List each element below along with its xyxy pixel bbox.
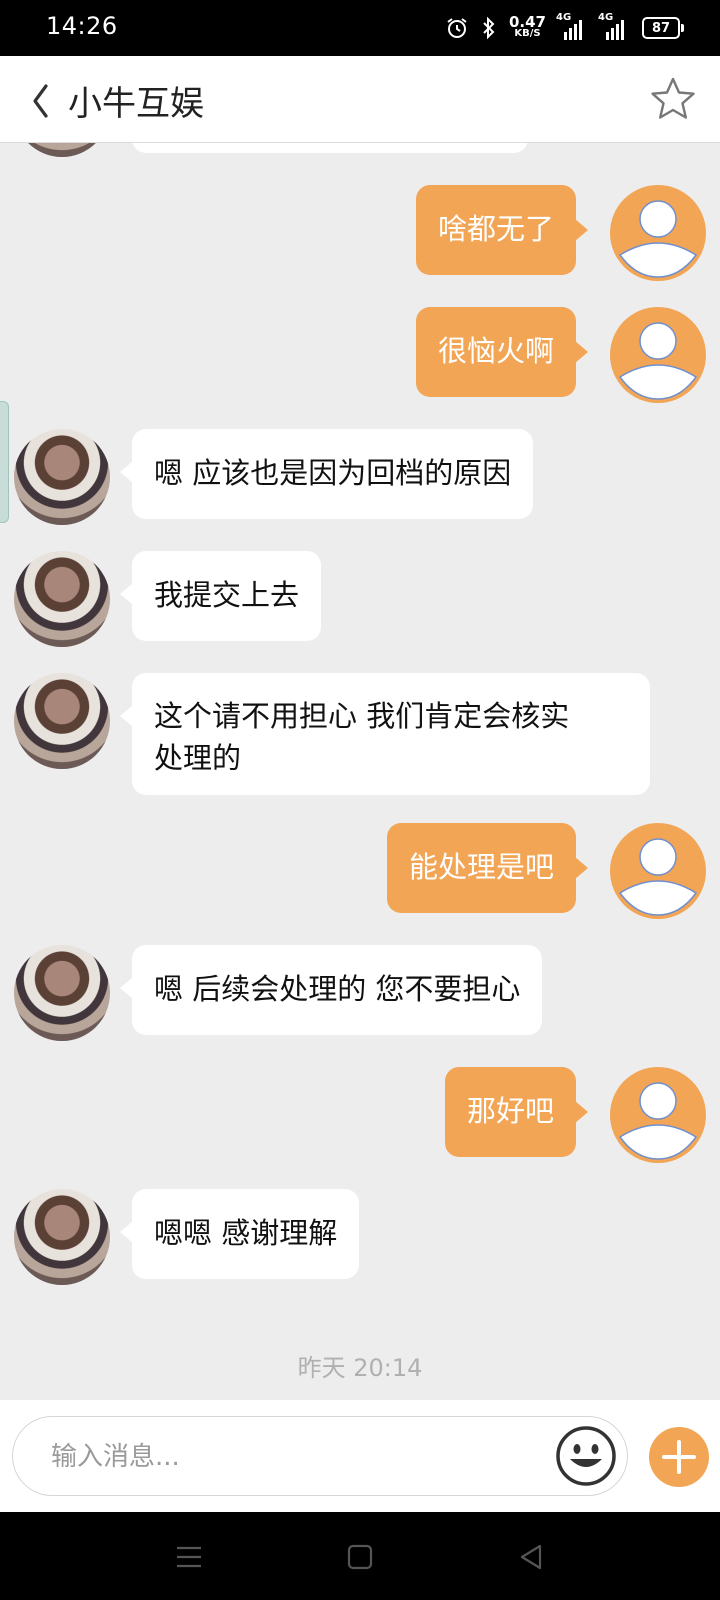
user-avatar: [610, 307, 706, 403]
agent-avatar: [14, 673, 110, 769]
message-line: 这个请不用担心 我们肯定会核实: [154, 699, 570, 733]
system-nav-bar: [0, 1512, 720, 1600]
status-time: 14:26: [46, 12, 118, 40]
back-triangle-icon: [520, 1544, 542, 1570]
message-bubble-incoming: 嗯 后续会处理的 您不要担心: [119, 945, 543, 1035]
user-avatar: [610, 823, 706, 919]
network-speed: 0.47 KB/S: [508, 13, 546, 40]
signal-icon: 4G: [556, 12, 588, 40]
menu-nav-button[interactable]: [172, 1540, 206, 1574]
message-bubble-incoming: 嗯嗯 感谢理解: [119, 1189, 360, 1279]
message-input[interactable]: [49, 1435, 533, 1479]
bluetooth-icon: [483, 16, 495, 40]
agent-avatar: [14, 429, 110, 525]
user-icon: [618, 200, 698, 278]
message-list[interactable]: 啥都无了 很恼火啊 嗯 应该也是因为回档的原因 我提交上去 这个请不用担心 我们…: [0, 143, 720, 1399]
status-icons: 0.47 KB/S 4G 4G 87: [445, 10, 684, 46]
more-actions-button[interactable]: [648, 1426, 710, 1488]
user-avatar: [610, 1067, 706, 1163]
message-line: 处理的: [154, 741, 242, 775]
back-nav-button[interactable]: [514, 1540, 548, 1574]
plus-icon: [649, 1427, 709, 1487]
message-bubble-incoming: 嗯 应该也是因为回档的原因: [119, 429, 534, 519]
message-bubble-outgoing: 啥都无了: [415, 185, 589, 275]
message-bubble-incoming: 这个请不用担心 我们肯定会核实 处理的: [120, 673, 650, 795]
user-icon: [618, 322, 698, 400]
message-bubble-outgoing: 那好吧: [444, 1067, 589, 1157]
agent-avatar: [14, 143, 110, 157]
status-bar: 14:26 0.47 KB/S 4G 4G 87: [0, 0, 720, 56]
message-bubble-incoming: 我提交上去: [119, 551, 322, 641]
smiley-icon: [556, 1426, 616, 1486]
composer-bar: [0, 1400, 720, 1512]
star-outline-icon: [651, 77, 695, 119]
back-button[interactable]: [22, 74, 62, 124]
menu-icon: [177, 1546, 201, 1568]
agent-avatar: [14, 551, 110, 647]
alarm-icon: [447, 18, 467, 38]
agent-avatar: [14, 945, 110, 1041]
emoji-button[interactable]: [555, 1425, 617, 1487]
side-handle[interactable]: [0, 401, 9, 523]
chevron-left-icon: [33, 84, 48, 118]
battery-icon: 87: [642, 17, 684, 39]
user-avatar: [610, 185, 706, 281]
user-icon: [618, 1082, 698, 1160]
message-input-container: [12, 1416, 628, 1496]
user-icon: [618, 838, 698, 916]
home-nav-button[interactable]: [343, 1540, 377, 1574]
home-square-icon: [347, 1544, 373, 1570]
chat-header: 小牛互娱: [0, 56, 720, 143]
message-bubble-outgoing: 能处理是吧: [386, 823, 589, 913]
message-timestamp: 昨天 20:14: [297, 1354, 423, 1382]
message-bubble-partial: [132, 143, 528, 153]
message-bubble-outgoing: 很恼火啊: [415, 307, 589, 397]
favorite-button[interactable]: [648, 74, 698, 124]
agent-avatar: [14, 1189, 110, 1285]
page-title: 小牛互娱: [68, 84, 204, 124]
signal-icon-2: 4G: [598, 12, 630, 40]
